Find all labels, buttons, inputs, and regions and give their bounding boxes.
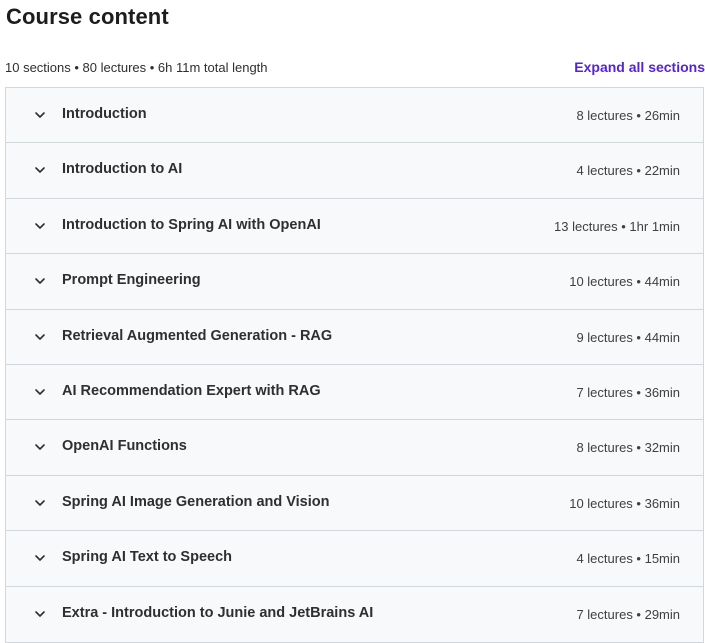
section-info: 8 lectures • 32min [576, 440, 680, 456]
section-title: Introduction to AI [62, 161, 183, 178]
section-info: 10 lectures • 36min [569, 495, 680, 511]
section-row[interactable]: Retrieval Augmented Generation - RAG 9 l… [6, 309, 703, 365]
section-row[interactable]: Introduction 8 lectures • 26min [6, 88, 703, 144]
section-info: 9 lectures • 44min [576, 329, 680, 345]
section-info: 4 lectures • 22min [576, 163, 680, 179]
chevron-down-icon [35, 333, 45, 340]
section-title: Introduction [62, 106, 147, 122]
chevron-down-icon [35, 555, 45, 561]
section-info: 7 lectures • 29min [576, 606, 680, 622]
chevron-down-icon [35, 112, 45, 118]
section-info: 4 lectures • 15min [576, 551, 680, 567]
course-summary: 10 sections • 80 lectures • 6h 11m total… [5, 60, 268, 75]
section-row[interactable]: Spring AI Text to Speech 4 lectures • 15… [6, 531, 703, 587]
chevron-down-icon [35, 499, 45, 506]
section-row[interactable]: AI Recommendation Expert with RAG 7 lect… [6, 364, 703, 421]
section-row[interactable]: OpenAI Functions 8 lectures • 32min [6, 420, 703, 476]
section-title: OpenAI Functions [62, 438, 187, 455]
chevron-down-icon [35, 167, 45, 174]
chevron-down-icon [35, 222, 45, 229]
page-title: Course content [6, 4, 169, 29]
section-title: AI Recommendation Expert with RAG [62, 382, 321, 399]
course-content-panel: Course content 10 sections • 80 lectures… [0, 0, 705, 643]
section-row[interactable]: Introduction to AI 4 lectures • 22min [6, 143, 703, 199]
section-list: Introduction 8 lectures • 26min Introduc… [5, 87, 704, 643]
section-row[interactable]: Spring AI Image Generation and Vision 10… [6, 475, 703, 532]
section-title: Retrieval Augmented Generation - RAG [62, 327, 333, 344]
section-info: 10 lectures • 44min [569, 274, 680, 290]
chevron-down-icon [35, 444, 45, 451]
section-info: 8 lectures • 26min [576, 108, 680, 123]
section-info: 7 lectures • 36min [576, 384, 680, 400]
chevron-down-icon [35, 278, 45, 284]
section-row[interactable]: Introduction to Spring AI with OpenAI 13… [6, 198, 703, 255]
chevron-down-icon [35, 610, 45, 617]
section-title: Extra - Introduction to Junie and JetBra… [62, 604, 374, 621]
section-title: Introduction to Spring AI with OpenAI [62, 216, 321, 233]
section-title: Prompt Engineering [62, 272, 201, 289]
chevron-down-icon [35, 389, 45, 395]
section-title: Spring AI Text to Speech [62, 549, 232, 566]
section-row[interactable]: Prompt Engineering 10 lectures • 44min [6, 254, 703, 310]
section-info: 13 lectures • 1hr 1min [554, 218, 680, 234]
expand-all-sections-button[interactable]: Expand all sections [574, 59, 705, 75]
section-title: Spring AI Image Generation and Vision [62, 493, 330, 510]
section-row[interactable]: Extra - Introduction to Junie and JetBra… [6, 586, 703, 642]
